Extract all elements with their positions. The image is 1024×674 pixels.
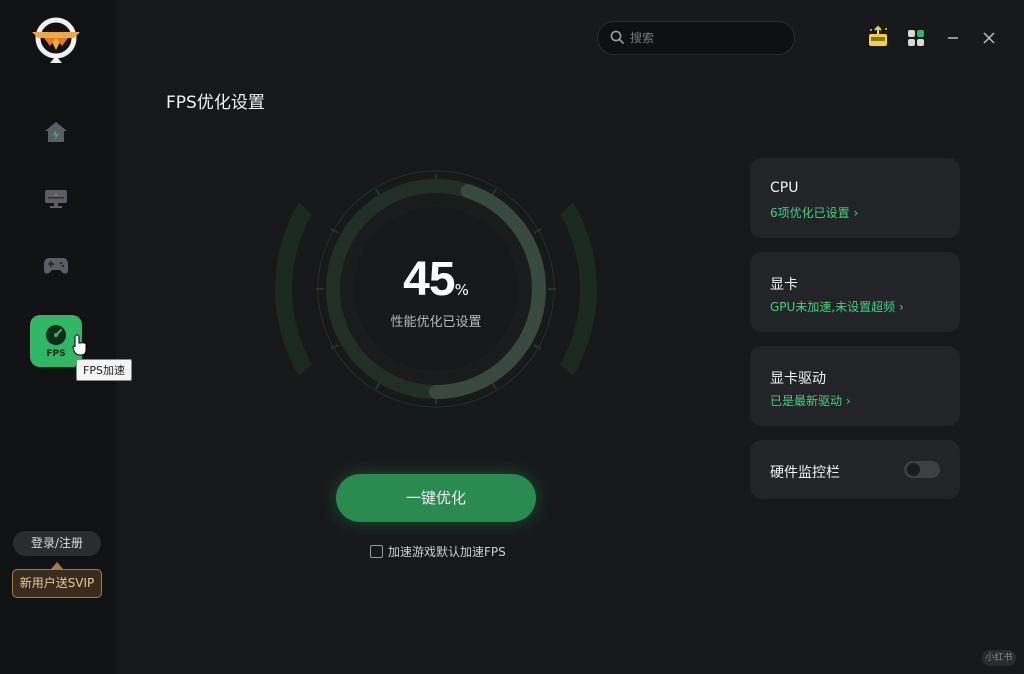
gift-box-icon [866, 25, 890, 53]
gpu-card-status[interactable]: GPU未加速,未设置超频 › [770, 298, 904, 315]
gauge-value: 45% [336, 252, 536, 307]
hand-pointer-icon [72, 334, 88, 360]
gamepad-icon [43, 256, 69, 276]
watermark: 小红书 [982, 650, 1016, 666]
gpu-card-title: 显卡 [770, 277, 798, 293]
sidebar: FPS FPS加速 登录/注册 新用户送SVIP [0, 0, 132, 674]
cpu-card-status[interactable]: 6项优化已设置 › [770, 204, 858, 221]
nav-games[interactable] [30, 240, 82, 292]
minimize-icon [946, 30, 960, 49]
default-fps-label: 加速游戏默认加速FPS [388, 545, 506, 559]
hardware-monitor-card: 硬件监控栏 [750, 440, 960, 499]
cpu-card[interactable]: CPU 6项优化已设置 › [750, 158, 960, 238]
home-icon [44, 121, 68, 143]
toggle-knob [907, 463, 920, 476]
close-button[interactable] [982, 30, 996, 49]
gauge-unit: % [454, 281, 469, 299]
nav-home[interactable] [30, 106, 82, 158]
monitor-icon [44, 187, 68, 209]
gift-box-button[interactable] [866, 25, 890, 53]
search-input[interactable] [630, 31, 780, 45]
nav-tooltip: FPS加速 [76, 359, 132, 381]
speedometer-icon [45, 324, 67, 346]
minimize-button[interactable] [946, 30, 960, 49]
cpu-card-title: CPU [770, 180, 799, 196]
default-fps-option[interactable]: 加速游戏默认加速FPS [370, 543, 506, 560]
hardware-monitor-title: 硬件监控栏 [770, 465, 840, 481]
app-logo [28, 16, 84, 64]
nav-fps-label: FPS [46, 348, 66, 359]
nav-monitor[interactable] [30, 172, 82, 224]
apps-grid-icon [907, 29, 925, 51]
search-box[interactable] [597, 21, 795, 55]
gauge-caption: 性能优化已设置 [390, 315, 482, 330]
close-icon [982, 30, 996, 49]
svip-pointer [51, 562, 63, 569]
login-register-button[interactable]: 登录/注册 [13, 531, 101, 556]
apps-button[interactable] [907, 29, 925, 51]
gpu-driver-card-status[interactable]: 已是最新驱动 › [770, 392, 851, 409]
search-icon [610, 29, 624, 48]
one-click-optimize-button[interactable]: 一键优化 [336, 474, 536, 522]
page-title: FPS优化设置 [166, 93, 265, 113]
gpu-driver-card-title: 显卡驱动 [770, 371, 826, 387]
gpu-card[interactable]: 显卡 GPU未加速,未设置超频 › [750, 252, 960, 332]
gpu-driver-card[interactable]: 显卡驱动 已是最新驱动 › [750, 346, 960, 426]
hardware-monitor-toggle[interactable] [904, 461, 940, 478]
gauge-percentage: 45 [403, 253, 455, 306]
default-fps-checkbox[interactable] [370, 545, 383, 558]
new-user-svip-button[interactable]: 新用户送SVIP [12, 569, 102, 598]
